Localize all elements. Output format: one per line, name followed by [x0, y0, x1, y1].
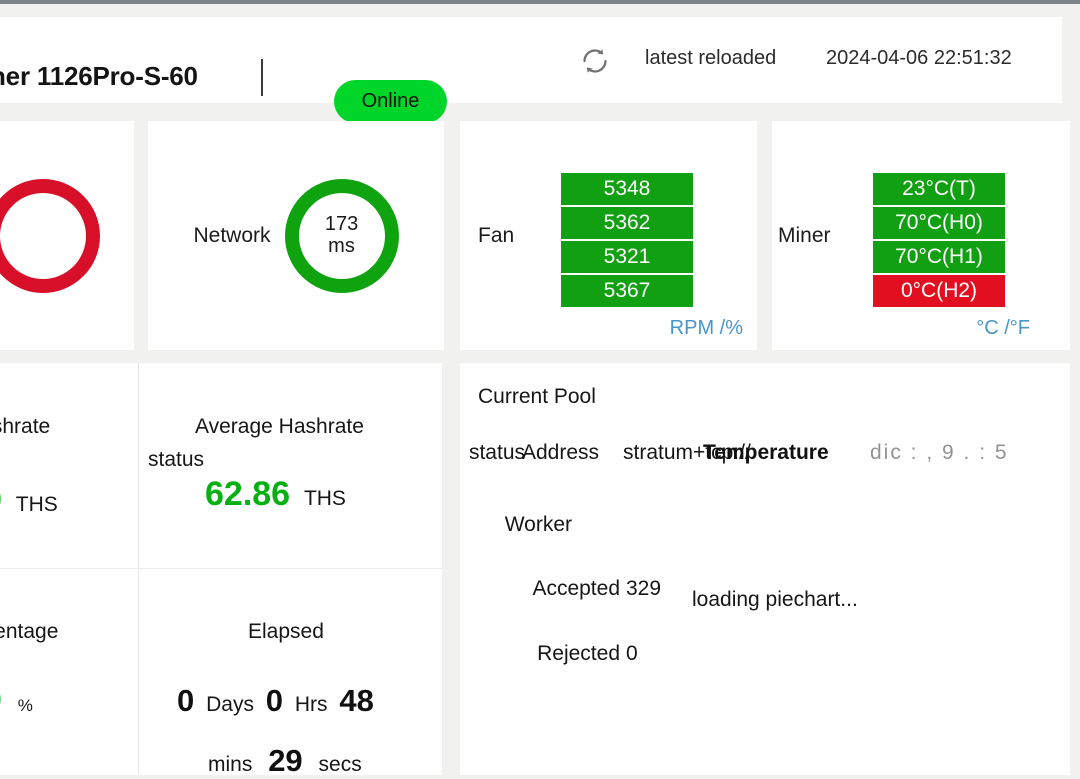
current-pool-heading: Current Pool — [478, 385, 596, 408]
hash2-gauge-card: sh2 — [0, 121, 134, 350]
percentage-title: ercentage — [0, 620, 59, 643]
miner-temp-bars: 23°C(T) 70°C(H0) 70°C(H1) 0°C(H2) — [873, 173, 1005, 307]
reload-label: latest reloaded — [645, 47, 777, 69]
pool-accepted-value: 329 — [626, 577, 662, 600]
hash2-gauge-row: sh2 — [0, 121, 134, 350]
network-latency-unit: ms — [328, 234, 355, 257]
hash2-ring-text — [0, 193, 86, 279]
fan-bar-1: 5362 — [561, 207, 693, 239]
average-hashrate-value: 62.86 — [205, 475, 291, 513]
temperature-unit-toggle[interactable]: °C /°F — [976, 317, 1030, 340]
average-hashrate-unit: THS — [303, 487, 346, 510]
fan-bars: 5348 5362 5321 5367 — [561, 173, 693, 307]
miner-temp-bar-2: 70°C(H1) — [873, 241, 1005, 273]
status-badge[interactable]: Online — [334, 80, 447, 123]
fan-bar-0: 5348 — [561, 173, 693, 205]
fan-card: Fan 5348 5362 5321 5367 RPM /% — [460, 121, 757, 350]
elapsed-hours-label: Hrs — [294, 693, 328, 716]
average-hashrate-title: Average Hashrate — [195, 415, 364, 438]
elapsed-days-value: 0 — [177, 683, 195, 718]
network-gauge-row: Network 173 ms — [148, 121, 444, 350]
stats-card: Hashrate 9 THS Average Hashrate status 6… — [0, 363, 442, 779]
page-bottom-strip — [0, 775, 1080, 779]
percentage-unit: % — [17, 696, 33, 715]
elapsed-hours-value: 0 — [265, 683, 284, 718]
pool-accepted-label: Accepted — [532, 577, 620, 600]
fan-bar-2: 5321 — [561, 241, 693, 273]
stats-horizontal-divider — [0, 568, 442, 569]
realtime-hashrate-unit: THS — [15, 493, 58, 516]
network-ring: 173 ms — [284, 178, 399, 293]
stats-vertical-divider — [138, 363, 139, 779]
page-title: ner 1126Pro-S-60 — [0, 61, 198, 91]
title-divider — [261, 59, 263, 96]
network-ring-text: 173 ms — [299, 193, 385, 279]
reload-timestamp: 2024-04-06 22:51:32 — [826, 47, 1012, 69]
elapsed-seconds-label: secs — [318, 753, 362, 776]
miner-label: Miner — [778, 224, 831, 247]
miner-temp-bar-1: 70°C(H0) — [873, 207, 1005, 239]
percentage-value: 0 — [0, 681, 2, 719]
hash2-ring — [0, 178, 101, 293]
elapsed-days-label: Days — [206, 693, 254, 716]
network-gauge-card: Network 173 ms — [148, 121, 444, 350]
fan-bar-3: 5367 — [561, 275, 693, 307]
pool-worker-label: Worker — [504, 513, 572, 536]
pool-status-label: status — [468, 441, 525, 464]
elapsed-minutes-value: 48 — [339, 683, 374, 718]
current-pool-card: Current Pool status Address stratum+tcp:… — [460, 363, 1070, 779]
pool-address-label: Address — [522, 441, 600, 464]
realtime-hashrate-title: Hashrate — [0, 415, 51, 438]
network-latency-value: 173 — [324, 212, 359, 235]
network-gauge-label: Network — [193, 223, 271, 247]
overlapping-text-tail: dic : , 9 . : 5 — [870, 441, 1009, 464]
elapsed-title: Elapsed — [248, 620, 324, 643]
average-hashrate-status-label: status — [148, 448, 205, 471]
miner-temperature-card: Miner 23°C(T) 70°C(H0) 70°C(H1) 0°C(H2) °C … — [772, 121, 1070, 350]
page-top-strip — [0, 4, 1080, 17]
fan-label: Fan — [478, 224, 515, 247]
elapsed-seconds-value: 29 — [268, 743, 303, 778]
pool-rejected-label: Rejected — [537, 642, 620, 665]
pool-rejected-value: 0 — [626, 642, 638, 665]
overlapping-temperature-text: Temperature — [703, 441, 829, 464]
miner-dashboard-page: ner 1126Pro-S-60 Online latest reloaded … — [0, 0, 1080, 779]
fan-unit-toggle[interactable]: RPM /% — [670, 317, 743, 340]
miner-temp-bar-3: 0°C(H2) — [873, 275, 1005, 307]
elapsed-minutes-label: mins — [208, 753, 253, 776]
miner-temp-bar-0: 23°C(T) — [873, 173, 1005, 205]
piechart-loading-text: loading piechart... — [692, 588, 858, 611]
refresh-icon[interactable] — [578, 44, 612, 78]
realtime-hashrate-value: 9 — [0, 481, 2, 519]
